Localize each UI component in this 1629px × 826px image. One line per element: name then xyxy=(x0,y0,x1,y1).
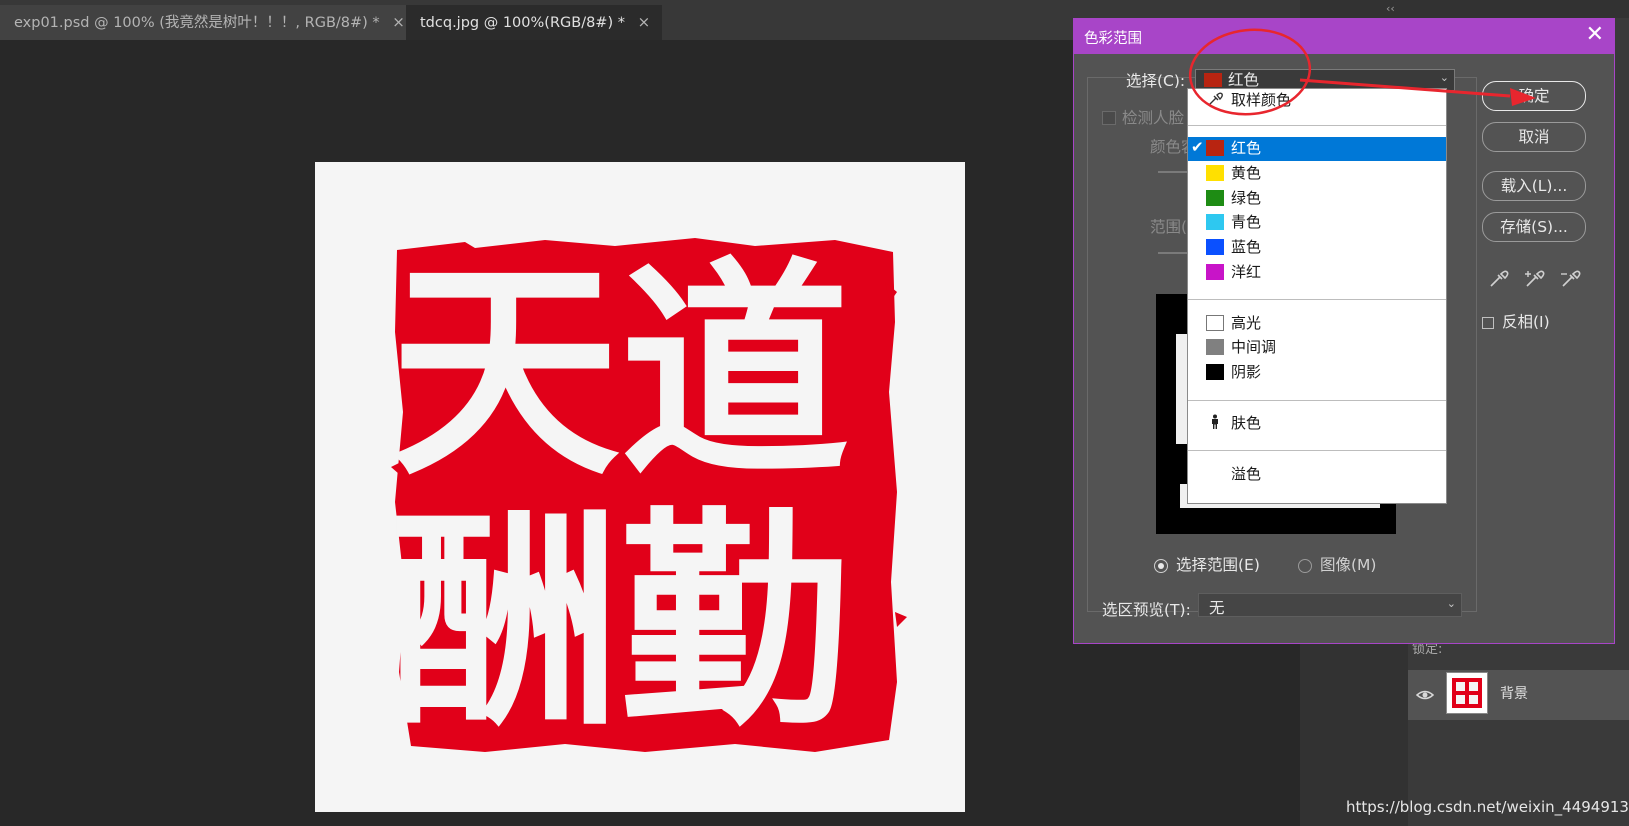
dropdown-item-label: 红色 xyxy=(1231,139,1262,157)
tab-tdcq[interactable]: tdcq.jpg @ 100%(RGB/8#) * × xyxy=(406,5,663,40)
dialog-title: 色彩范围 xyxy=(1084,31,1142,47)
dropdown-item-label: 取样颜色 xyxy=(1231,91,1292,109)
eyedropper-minus-icon[interactable] xyxy=(1560,267,1582,289)
dropdown-item-yellow[interactable]: 黄色 xyxy=(1188,162,1446,186)
divider xyxy=(1188,450,1446,451)
seal-char-1: 天 xyxy=(390,240,620,507)
dropdown-item-out-of-gamut[interactable]: 溢色 xyxy=(1188,463,1446,487)
tab-label: exp01.psd @ 100% (我竟然是树叶！！！, RGB/8#) * xyxy=(14,15,380,31)
dropdown-item-label: 溢色 xyxy=(1231,465,1262,483)
tab-close-icon[interactable]: × xyxy=(638,5,651,40)
dropdown-item-highlights[interactable]: 高光 xyxy=(1188,312,1446,336)
person-icon xyxy=(1212,414,1218,429)
chevron-down-icon: ⌄ xyxy=(1446,597,1456,610)
invert-label: 反相(I) xyxy=(1502,313,1550,331)
close-icon[interactable]: ✕ xyxy=(1586,23,1604,47)
radio-selection-label: 选择范围(E) xyxy=(1176,556,1260,574)
seal-image: 天 道 酬 勤 xyxy=(390,238,907,757)
dropdown-item-shadows[interactable]: 阴影 xyxy=(1188,361,1446,385)
detect-faces-checkbox[interactable] xyxy=(1102,111,1116,125)
dropdown-item-label: 洋红 xyxy=(1231,263,1262,281)
dropdown-item-label: 青色 xyxy=(1231,213,1262,231)
red-swatch-icon xyxy=(1206,140,1224,156)
dropdown-item-skin-tones[interactable]: 肤色 xyxy=(1188,412,1446,436)
tab-exp01[interactable]: exp01.psd @ 100% (我竟然是树叶！！！, RGB/8#) * × xyxy=(0,5,417,40)
load-button[interactable]: 载入(L)... xyxy=(1482,171,1586,201)
layer-name: 背景 xyxy=(1500,686,1528,702)
watermark: https://blog.csdn.net/weixin_44949135 xyxy=(1346,798,1629,816)
chevron-down-icon: ⌄ xyxy=(1439,71,1449,84)
seal-char-3: 酬 xyxy=(390,490,620,757)
divider xyxy=(1188,400,1446,401)
ok-button[interactable]: 确定 xyxy=(1482,81,1586,111)
selection-preview-select[interactable]: 无 ⌄ xyxy=(1198,593,1462,617)
dropdown-item-magenta[interactable]: 洋红 xyxy=(1188,261,1446,285)
layer-thumbnail[interactable] xyxy=(1446,672,1488,714)
dropdown-item-label: 中间调 xyxy=(1231,338,1277,356)
dropdown-item-red[interactable]: ✔ 红色 xyxy=(1188,137,1446,161)
invert-checkbox[interactable] xyxy=(1482,317,1494,329)
layer-thumbnail-image xyxy=(1452,678,1482,708)
dropdown-item-label: 高光 xyxy=(1231,314,1262,332)
save-button[interactable]: 存储(S)... xyxy=(1482,212,1586,242)
selection-preview-value: 无 xyxy=(1209,599,1225,617)
dropdown-item-cyan[interactable]: 青色 xyxy=(1188,211,1446,235)
select-dropdown-list: 取样颜色 ✔ 红色 黄色 绿色 青色 蓝色 洋红 高光 中间调 阴影 肤色 溢色 xyxy=(1187,88,1447,504)
green-swatch-icon xyxy=(1206,190,1224,206)
eyedropper-icon[interactable] xyxy=(1488,267,1510,289)
select-color-swatch xyxy=(1204,73,1222,87)
eyedropper-icon xyxy=(1208,92,1223,106)
panel-strip xyxy=(1615,18,1629,644)
magenta-swatch-icon xyxy=(1206,264,1224,280)
radio-image-label: 图像(M) xyxy=(1320,556,1377,574)
select-label: 选择(C): xyxy=(1126,72,1186,90)
fuzziness-slider[interactable] xyxy=(1158,171,1188,173)
radio-image[interactable] xyxy=(1298,559,1312,573)
dropdown-item-label: 肤色 xyxy=(1231,414,1262,432)
seal-char-4: 勤 xyxy=(620,490,850,757)
blue-swatch-icon xyxy=(1206,239,1224,255)
selection-preview-label: 选区预览(T): xyxy=(1102,601,1191,619)
dropdown-item-label: 绿色 xyxy=(1231,189,1262,207)
tab-close-icon[interactable]: × xyxy=(392,5,405,40)
seal-char-2: 道 xyxy=(620,240,850,507)
cyan-swatch-icon xyxy=(1206,214,1224,230)
dropdown-item-label: 黄色 xyxy=(1231,164,1262,182)
range-slider[interactable] xyxy=(1158,252,1188,254)
dialog-titlebar[interactable]: 色彩范围 ✕ xyxy=(1074,19,1614,54)
select-value: 红色 xyxy=(1228,71,1260,89)
eyedropper-plus-icon[interactable] xyxy=(1524,267,1546,289)
dropdown-item-blue[interactable]: 蓝色 xyxy=(1188,236,1446,260)
eye-icon[interactable] xyxy=(1416,686,1434,704)
lock-label: 锁定: xyxy=(1412,642,1443,657)
cancel-button[interactable]: 取消 xyxy=(1482,122,1586,152)
dropdown-item-label: 阴影 xyxy=(1231,363,1262,381)
detect-faces-label: 检测人脸 xyxy=(1122,109,1185,127)
dropdown-item-label: 蓝色 xyxy=(1231,238,1262,256)
range-label: 范围( xyxy=(1150,218,1188,236)
tab-label: tdcq.jpg @ 100%(RGB/8#) * xyxy=(420,15,625,31)
highlights-swatch-icon xyxy=(1206,315,1224,331)
dropdown-item-green[interactable]: 绿色 xyxy=(1188,187,1446,211)
divider xyxy=(1188,299,1446,300)
panel-collapse-icon[interactable]: ‹‹ xyxy=(1386,2,1395,15)
dropdown-item-sampled[interactable]: 取样颜色 xyxy=(1188,89,1446,113)
document-canvas[interactable]: 天 道 酬 勤 xyxy=(315,162,965,812)
dropdown-item-midtones[interactable]: 中间调 xyxy=(1188,336,1446,360)
divider xyxy=(1188,125,1446,126)
checkmark-icon: ✔ xyxy=(1191,138,1204,156)
radio-selection[interactable] xyxy=(1154,559,1168,573)
midtones-swatch-icon xyxy=(1206,339,1224,355)
shadows-swatch-icon xyxy=(1206,364,1224,380)
yellow-swatch-icon xyxy=(1206,165,1224,181)
